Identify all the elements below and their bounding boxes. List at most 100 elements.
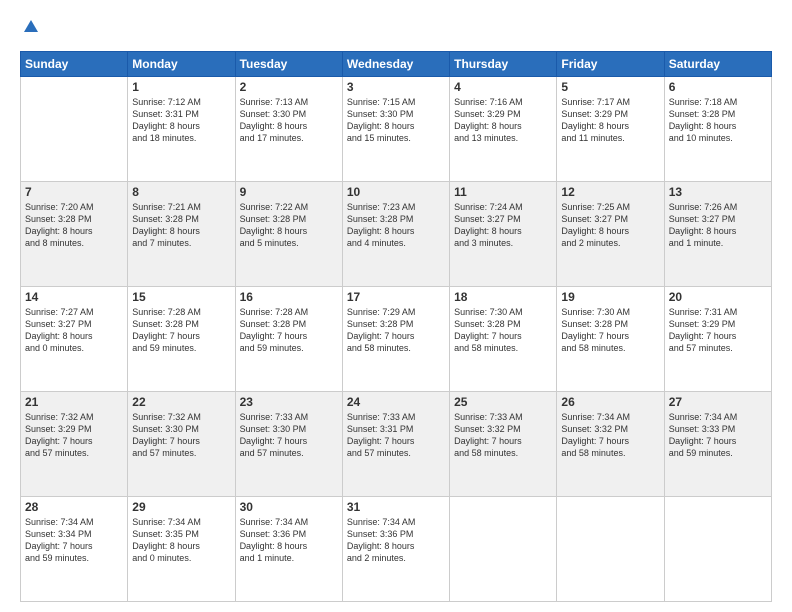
day-info: Sunrise: 7:24 AMSunset: 3:27 PMDaylight:… <box>454 201 552 250</box>
day-number: 30 <box>240 500 338 514</box>
day-number: 21 <box>25 395 123 409</box>
day-number: 28 <box>25 500 123 514</box>
logo-icon <box>22 18 40 41</box>
calendar-cell: 28 Sunrise: 7:34 AMSunset: 3:34 PMDayligh… <box>21 497 128 602</box>
calendar-week-4: 21 Sunrise: 7:32 AMSunset: 3:29 PMDayligh… <box>21 392 772 497</box>
day-info: Sunrise: 7:34 AMSunset: 3:36 PMDaylight:… <box>347 516 445 565</box>
calendar-header-tuesday: Tuesday <box>235 52 342 77</box>
day-info: Sunrise: 7:34 AMSunset: 3:32 PMDaylight:… <box>561 411 659 460</box>
calendar-cell: 27 Sunrise: 7:34 AMSunset: 3:33 PMDayligh… <box>664 392 771 497</box>
calendar-cell: 11 Sunrise: 7:24 AMSunset: 3:27 PMDayligh… <box>450 182 557 287</box>
day-number: 14 <box>25 290 123 304</box>
calendar-week-2: 7Sunrise: 7:20 AMSunset: 3:28 PMDaylight… <box>21 182 772 287</box>
calendar-header-monday: Monday <box>128 52 235 77</box>
day-info: Sunrise: 7:16 AMSunset: 3:29 PMDaylight:… <box>454 96 552 145</box>
calendar-cell: 18 Sunrise: 7:30 AMSunset: 3:28 PMDayligh… <box>450 287 557 392</box>
day-number: 25 <box>454 395 552 409</box>
calendar-cell: 26 Sunrise: 7:34 AMSunset: 3:32 PMDayligh… <box>557 392 664 497</box>
day-number: 31 <box>347 500 445 514</box>
day-info: Sunrise: 7:34 AMSunset: 3:36 PMDaylight:… <box>240 516 338 565</box>
day-number: 10 <box>347 185 445 199</box>
calendar-cell: 31 Sunrise: 7:34 AMSunset: 3:36 PMDayligh… <box>342 497 449 602</box>
day-number: 19 <box>561 290 659 304</box>
calendar-cell: 17Sunrise: 7:29 AMSunset: 3:28 PMDayligh… <box>342 287 449 392</box>
day-info: Sunrise: 7:12 AMSunset: 3:31 PMDaylight:… <box>132 96 230 145</box>
calendar-cell: 7Sunrise: 7:20 AMSunset: 3:28 PMDaylight… <box>21 182 128 287</box>
calendar-cell: 23Sunrise: 7:33 AMSunset: 3:30 PMDayligh… <box>235 392 342 497</box>
day-info: Sunrise: 7:34 AMSunset: 3:35 PMDaylight:… <box>132 516 230 565</box>
calendar-week-3: 14 Sunrise: 7:27 AMSunset: 3:27 PMDayligh… <box>21 287 772 392</box>
day-info: Sunrise: 7:25 AMSunset: 3:27 PMDaylight:… <box>561 201 659 250</box>
calendar-cell: 16Sunrise: 7:28 AMSunset: 3:28 PMDayligh… <box>235 287 342 392</box>
calendar-cell: 6 Sunrise: 7:18 AMSunset: 3:28 PMDaylight… <box>664 77 771 182</box>
day-number: 5 <box>561 80 659 94</box>
day-info: Sunrise: 7:20 AMSunset: 3:28 PMDaylight:… <box>25 201 123 250</box>
calendar-cell: 12 Sunrise: 7:25 AMSunset: 3:27 PMDayligh… <box>557 182 664 287</box>
day-info: Sunrise: 7:33 AMSunset: 3:32 PMDaylight:… <box>454 411 552 460</box>
day-number: 8 <box>132 185 230 199</box>
day-number: 3 <box>347 80 445 94</box>
day-number: 2 <box>240 80 338 94</box>
calendar-cell: 20 Sunrise: 7:31 AMSunset: 3:29 PMDayligh… <box>664 287 771 392</box>
day-info: Sunrise: 7:23 AMSunset: 3:28 PMDaylight:… <box>347 201 445 250</box>
header <box>20 18 772 41</box>
calendar-cell: 13 Sunrise: 7:26 AMSunset: 3:27 PMDayligh… <box>664 182 771 287</box>
calendar-header-row: SundayMondayTuesdayWednesdayThursdayFrid… <box>21 52 772 77</box>
calendar-header-friday: Friday <box>557 52 664 77</box>
calendar-header-wednesday: Wednesday <box>342 52 449 77</box>
day-number: 13 <box>669 185 767 199</box>
day-info: Sunrise: 7:34 AMSunset: 3:34 PMDaylight:… <box>25 516 123 565</box>
day-number: 17 <box>347 290 445 304</box>
calendar-cell <box>557 497 664 602</box>
day-info: Sunrise: 7:34 AMSunset: 3:33 PMDaylight:… <box>669 411 767 460</box>
day-number: 24 <box>347 395 445 409</box>
calendar-cell: 24Sunrise: 7:33 AMSunset: 3:31 PMDayligh… <box>342 392 449 497</box>
day-number: 6 <box>669 80 767 94</box>
calendar-cell: 25 Sunrise: 7:33 AMSunset: 3:32 PMDayligh… <box>450 392 557 497</box>
calendar-cell <box>450 497 557 602</box>
calendar-cell: 8Sunrise: 7:21 AMSunset: 3:28 PMDaylight… <box>128 182 235 287</box>
day-info: Sunrise: 7:17 AMSunset: 3:29 PMDaylight:… <box>561 96 659 145</box>
day-info: Sunrise: 7:22 AMSunset: 3:28 PMDaylight:… <box>240 201 338 250</box>
calendar-cell: 30 Sunrise: 7:34 AMSunset: 3:36 PMDayligh… <box>235 497 342 602</box>
day-number: 11 <box>454 185 552 199</box>
calendar-cell: 4 Sunrise: 7:16 AMSunset: 3:29 PMDaylight… <box>450 77 557 182</box>
calendar-cell: 1 Sunrise: 7:12 AMSunset: 3:31 PMDaylight… <box>128 77 235 182</box>
calendar-header-saturday: Saturday <box>664 52 771 77</box>
day-number: 22 <box>132 395 230 409</box>
day-number: 23 <box>240 395 338 409</box>
day-number: 15 <box>132 290 230 304</box>
calendar-cell: 22 Sunrise: 7:32 AMSunset: 3:30 PMDayligh… <box>128 392 235 497</box>
calendar-cell: 10 Sunrise: 7:23 AMSunset: 3:28 PMDayligh… <box>342 182 449 287</box>
day-info: Sunrise: 7:32 AMSunset: 3:30 PMDaylight:… <box>132 411 230 460</box>
day-number: 18 <box>454 290 552 304</box>
calendar-cell: 19Sunrise: 7:30 AMSunset: 3:28 PMDayligh… <box>557 287 664 392</box>
calendar-cell: 2 Sunrise: 7:13 AMSunset: 3:30 PMDaylight… <box>235 77 342 182</box>
day-number: 12 <box>561 185 659 199</box>
day-number: 29 <box>132 500 230 514</box>
day-info: Sunrise: 7:13 AMSunset: 3:30 PMDaylight:… <box>240 96 338 145</box>
day-number: 16 <box>240 290 338 304</box>
calendar-header-thursday: Thursday <box>450 52 557 77</box>
day-info: Sunrise: 7:26 AMSunset: 3:27 PMDaylight:… <box>669 201 767 250</box>
day-info: Sunrise: 7:30 AMSunset: 3:28 PMDaylight:… <box>454 306 552 355</box>
calendar-cell <box>21 77 128 182</box>
calendar-cell: 29 Sunrise: 7:34 AMSunset: 3:35 PMDayligh… <box>128 497 235 602</box>
day-number: 9 <box>240 185 338 199</box>
page: SundayMondayTuesdayWednesdayThursdayFrid… <box>0 0 792 612</box>
day-info: Sunrise: 7:18 AMSunset: 3:28 PMDaylight:… <box>669 96 767 145</box>
day-info: Sunrise: 7:32 AMSunset: 3:29 PMDaylight:… <box>25 411 123 460</box>
calendar-table: SundayMondayTuesdayWednesdayThursdayFrid… <box>20 51 772 602</box>
day-number: 26 <box>561 395 659 409</box>
calendar-cell <box>664 497 771 602</box>
calendar-week-5: 28 Sunrise: 7:34 AMSunset: 3:34 PMDayligh… <box>21 497 772 602</box>
day-info: Sunrise: 7:28 AMSunset: 3:28 PMDaylight:… <box>132 306 230 355</box>
day-number: 27 <box>669 395 767 409</box>
logo <box>20 18 40 41</box>
calendar-cell: 9 Sunrise: 7:22 AMSunset: 3:28 PMDaylight… <box>235 182 342 287</box>
day-info: Sunrise: 7:31 AMSunset: 3:29 PMDaylight:… <box>669 306 767 355</box>
day-number: 4 <box>454 80 552 94</box>
day-info: Sunrise: 7:27 AMSunset: 3:27 PMDaylight:… <box>25 306 123 355</box>
day-number: 1 <box>132 80 230 94</box>
day-number: 20 <box>669 290 767 304</box>
